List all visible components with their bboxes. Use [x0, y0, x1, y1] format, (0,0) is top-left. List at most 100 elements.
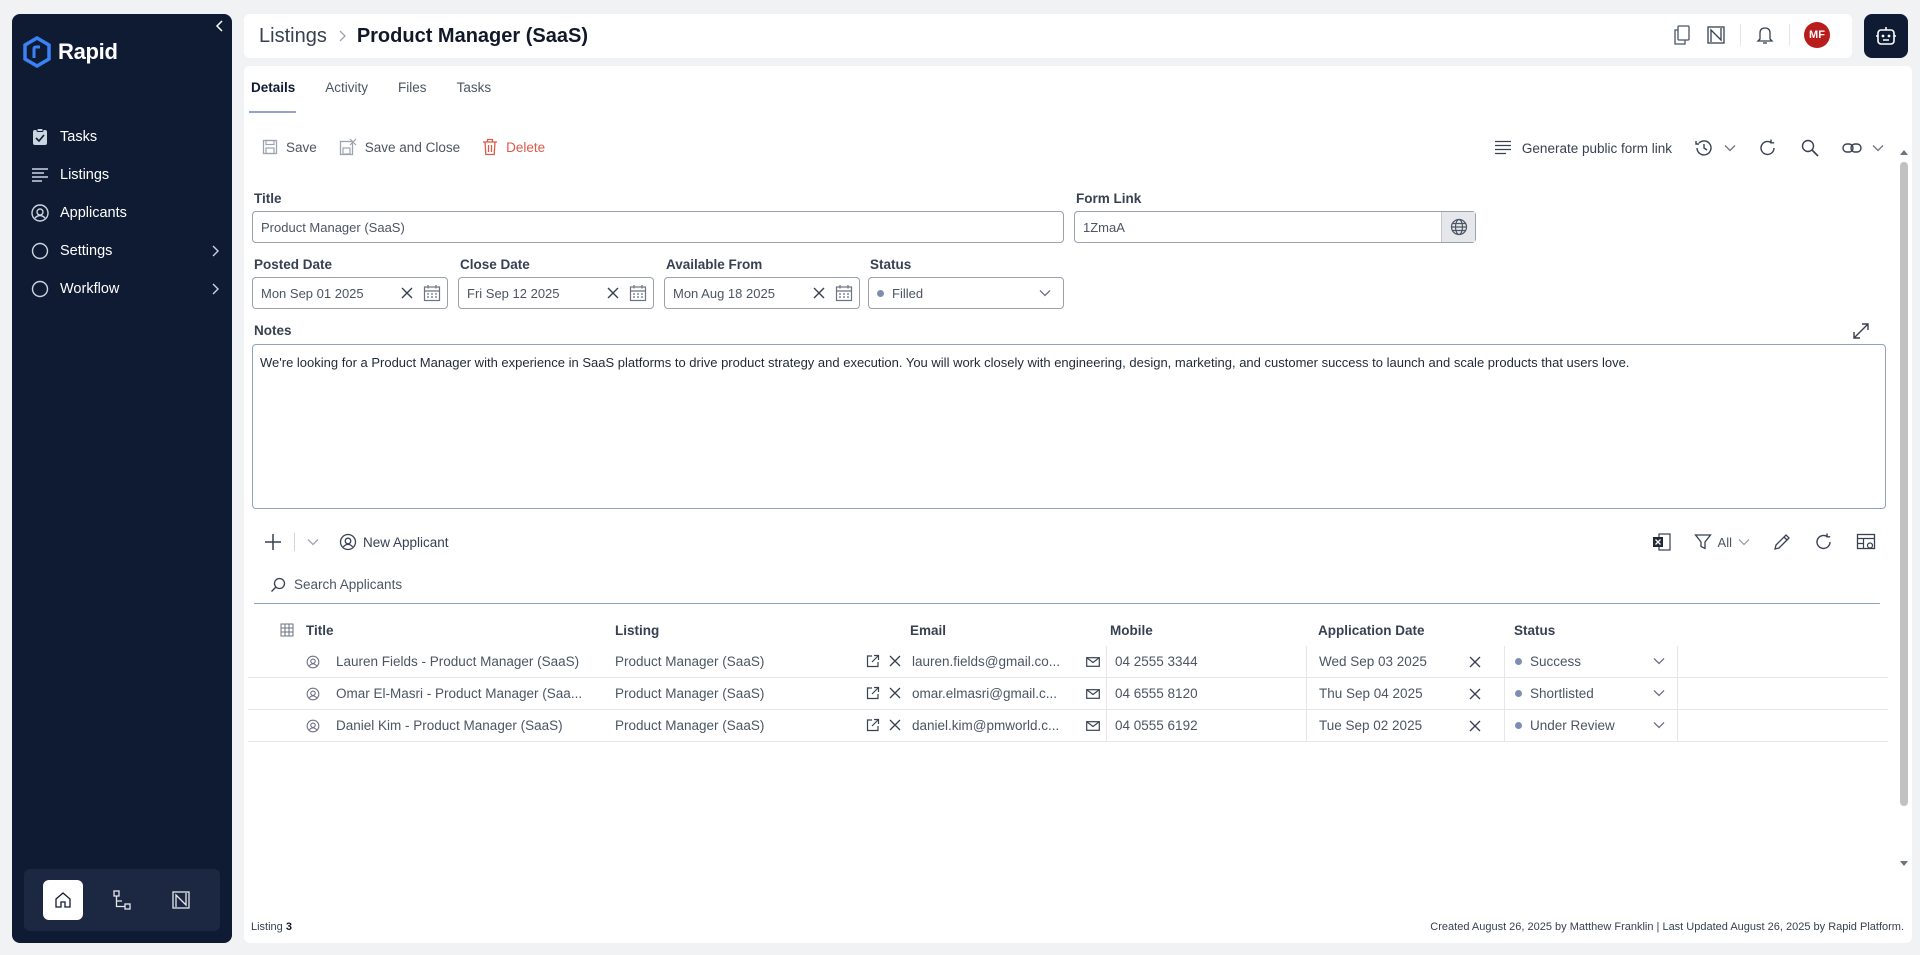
clear-icon[interactable]	[888, 654, 902, 668]
column-header-title[interactable]: Title	[306, 614, 610, 646]
add-icon[interactable]	[264, 533, 282, 551]
clear-icon[interactable]	[605, 285, 621, 301]
assistant-button[interactable]	[1864, 14, 1908, 58]
open-external-icon[interactable]	[866, 686, 880, 700]
refresh-icon[interactable]	[1814, 532, 1834, 552]
collapse-sidebar-icon[interactable]	[212, 18, 228, 34]
sidebar-item-workflow[interactable]: Workflow	[12, 270, 232, 308]
user-circle-icon	[298, 710, 328, 741]
search-applicants-input[interactable]	[294, 577, 694, 592]
divider	[1789, 24, 1790, 46]
avatar[interactable]: MF	[1804, 22, 1830, 48]
grid-toolbar-left: New Applicant	[264, 533, 449, 551]
expand-icon[interactable]	[1852, 322, 1870, 340]
search-record-button[interactable]	[1800, 138, 1820, 158]
link-menu-button[interactable]	[1842, 140, 1884, 156]
save-and-close-button[interactable]: Save and Close	[339, 138, 460, 156]
document-icon[interactable]	[1706, 23, 1726, 47]
mail-icon[interactable]	[1086, 657, 1100, 667]
scroll-down-icon[interactable]	[1899, 860, 1909, 868]
cell-listing-link[interactable]: Product Manager (SaaS)	[615, 686, 764, 701]
table-row[interactable]: Lauren Fields - Product Manager (SaaS) P…	[248, 646, 1888, 678]
history-button[interactable]	[1694, 138, 1736, 158]
cell-title-text: Daniel Kim - Product Manager (SaaS)	[336, 718, 563, 733]
posted-date-value: Mon Sep 01 2025	[261, 285, 364, 301]
posted-date-field[interactable]: Mon Sep 01 2025	[252, 277, 448, 309]
save-button[interactable]: Save	[262, 139, 317, 155]
available-from-field[interactable]: Mon Aug 18 2025	[664, 277, 860, 309]
app-logo[interactable]: Rapid	[22, 36, 118, 68]
mail-icon[interactable]	[1086, 689, 1100, 699]
close-date-field[interactable]: Fri Sep 12 2025	[458, 277, 654, 309]
tab-tasks[interactable]: Tasks	[457, 80, 503, 110]
sidebar-item-listings[interactable]: Listings	[12, 156, 232, 194]
row-select[interactable]	[248, 678, 298, 709]
tab-files[interactable]: Files	[398, 80, 438, 110]
edit-icon[interactable]	[1772, 532, 1792, 552]
clear-icon[interactable]	[888, 686, 902, 700]
row-select[interactable]	[248, 646, 298, 677]
scrollbar-thumb[interactable]	[1900, 162, 1908, 806]
calendar-icon[interactable]	[835, 284, 853, 302]
bell-icon[interactable]	[1755, 23, 1775, 47]
clear-icon[interactable]	[1468, 687, 1482, 701]
copy-icon[interactable]	[1672, 23, 1692, 47]
scroll-up-icon[interactable]	[1899, 148, 1909, 156]
column-chooser-icon[interactable]	[248, 614, 298, 646]
sidebar-item-settings[interactable]: Settings	[12, 232, 232, 270]
clear-icon[interactable]	[1468, 719, 1482, 733]
column-header-status[interactable]: Status	[1504, 614, 1678, 646]
clear-icon[interactable]	[811, 285, 827, 301]
add-options-chevron-icon[interactable]	[307, 538, 319, 546]
globe-icon[interactable]	[1441, 212, 1475, 242]
sidebar-item-applicants[interactable]: Applicants	[12, 194, 232, 232]
sidebar-nav: Tasks Listings Applicants Settings Workf…	[12, 118, 232, 308]
cell-mobile: 04 0555 6192	[1106, 710, 1306, 741]
notes-textarea[interactable]: We're looking for a Product Manager with…	[252, 344, 1886, 509]
app-name: Rapid	[58, 39, 118, 64]
new-applicant-button[interactable]: New Applicant	[339, 533, 449, 551]
generate-public-form-link-button[interactable]: Generate public form link	[1494, 140, 1672, 156]
column-header-mobile[interactable]: Mobile	[1106, 614, 1306, 646]
clear-icon[interactable]	[1468, 655, 1482, 669]
calendar-icon[interactable]	[423, 284, 441, 302]
breadcrumb-root[interactable]: Listings	[259, 25, 327, 48]
clear-icon[interactable]	[888, 718, 902, 732]
open-external-icon[interactable]	[866, 718, 880, 732]
tab-activity[interactable]: Activity	[325, 80, 379, 110]
cell-listing-link[interactable]: Product Manager (SaaS)	[615, 718, 764, 733]
workflow-button[interactable]	[102, 880, 142, 920]
cell-status[interactable]: Under Review	[1504, 710, 1678, 741]
form-link-field[interactable]: 1ZmaA	[1074, 211, 1476, 243]
refresh-button[interactable]	[1758, 138, 1778, 158]
clear-icon[interactable]	[399, 285, 415, 301]
tab-details[interactable]: Details	[248, 80, 306, 113]
column-header-application-date[interactable]: Application Date	[1306, 614, 1504, 646]
column-settings-icon[interactable]	[1856, 532, 1876, 552]
calendar-icon[interactable]	[629, 284, 647, 302]
table-row[interactable]: Daniel Kim - Product Manager (SaaS) Prod…	[248, 710, 1888, 742]
cell-status-text: Shortlisted	[1530, 686, 1594, 701]
delete-button[interactable]: Delete	[482, 138, 545, 156]
cell-listing-link[interactable]: Product Manager (SaaS)	[615, 654, 764, 669]
column-header-listing[interactable]: Listing	[610, 614, 908, 646]
sidebar-item-tasks[interactable]: Tasks	[12, 118, 232, 156]
cell-status[interactable]: Shortlisted	[1504, 678, 1678, 709]
cell-status[interactable]: Success	[1504, 646, 1678, 677]
table-row[interactable]: Omar El-Masri - Product Manager (Saa... …	[248, 678, 1888, 710]
title-field[interactable]: Product Manager (SaaS)	[252, 211, 1064, 243]
row-select[interactable]	[248, 710, 298, 741]
link-icon	[1842, 143, 1862, 153]
vertical-scrollbar[interactable]	[1898, 148, 1908, 868]
circle-icon	[30, 241, 50, 261]
home-button[interactable]	[43, 880, 84, 920]
filter-button[interactable]: All	[1693, 533, 1750, 551]
documents-button[interactable]	[161, 880, 201, 920]
open-external-icon[interactable]	[866, 654, 880, 668]
status-select[interactable]: Filled	[868, 277, 1064, 309]
chevron-down-icon	[1653, 690, 1665, 697]
column-header-email[interactable]: Email	[908, 614, 1106, 646]
chevron-down-icon	[1653, 722, 1665, 729]
mail-icon[interactable]	[1086, 721, 1100, 731]
excel-export-icon[interactable]	[1652, 532, 1672, 552]
